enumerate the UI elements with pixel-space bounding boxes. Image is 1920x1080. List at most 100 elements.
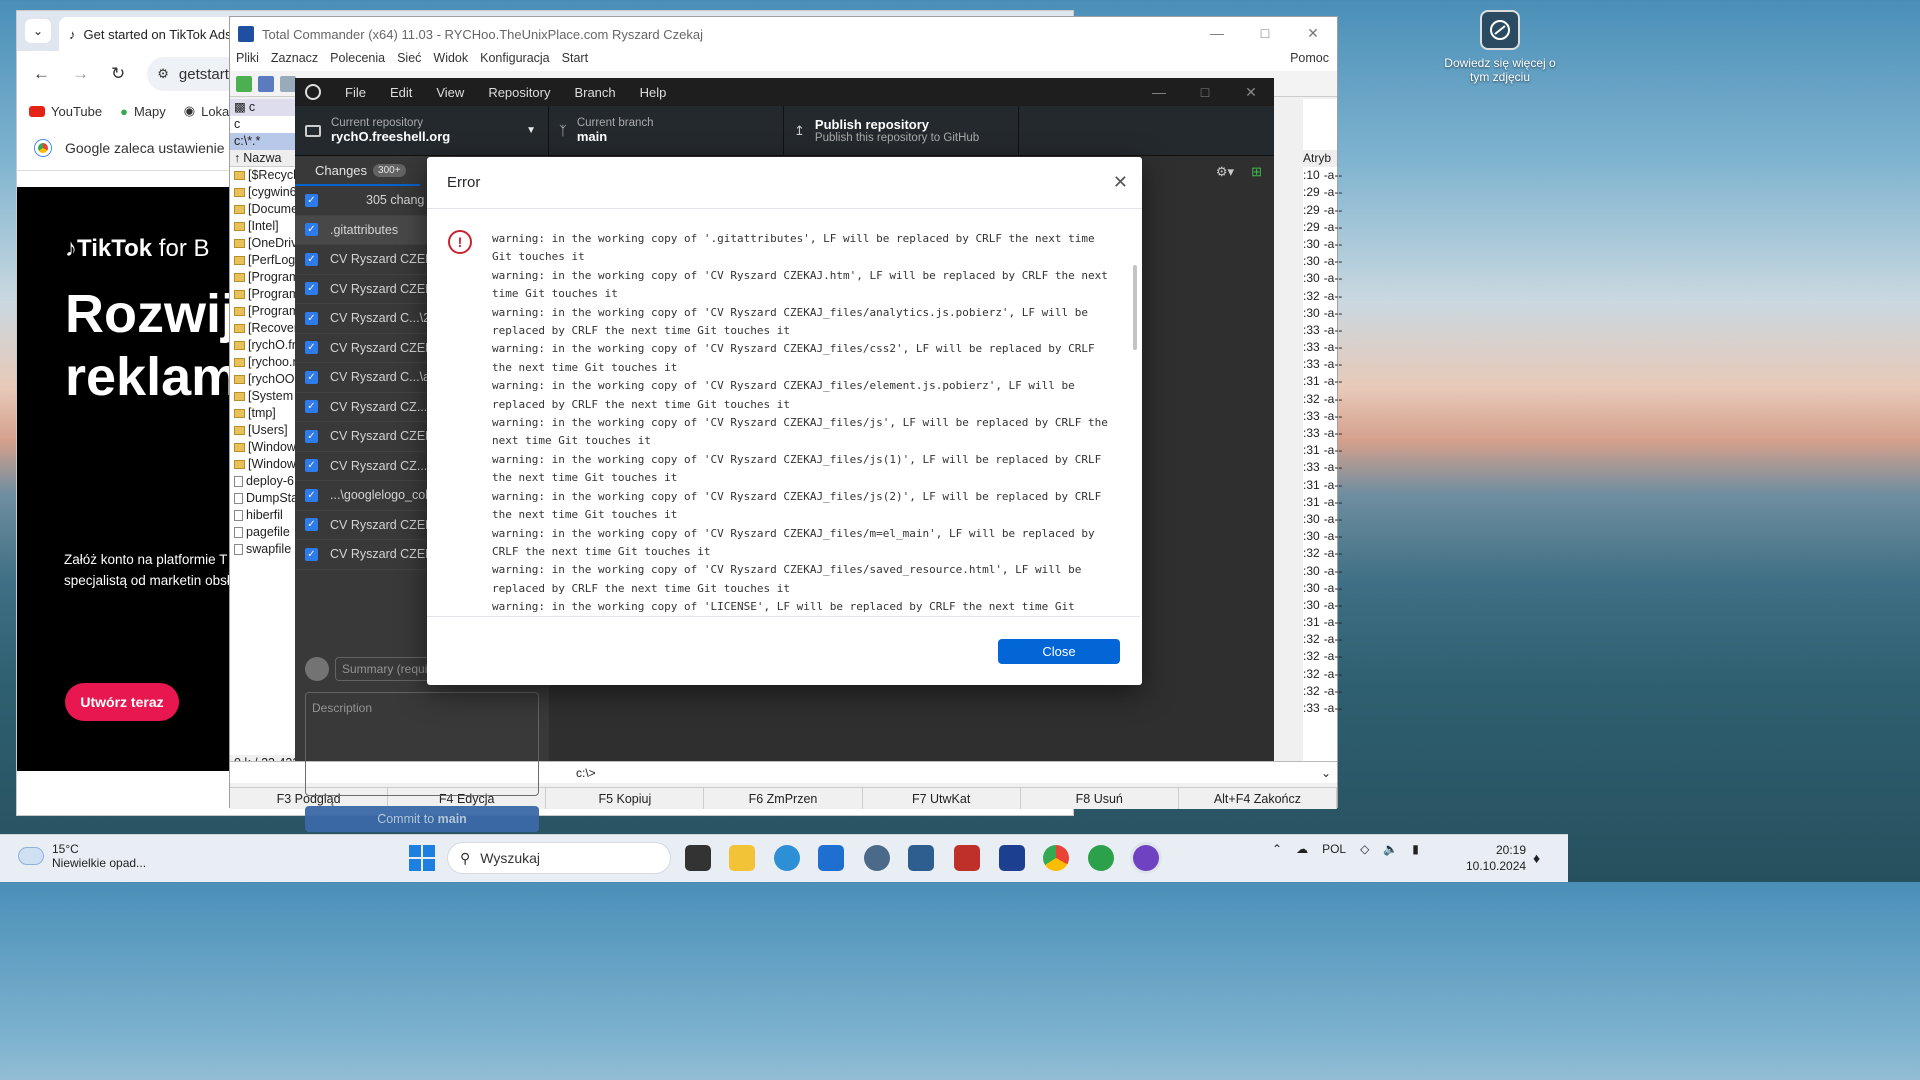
publish-repository-button[interactable]: ↥ Publish repository Publish this reposit… (784, 106, 1019, 155)
dialog-scrollbar[interactable] (1133, 265, 1137, 350)
maximize-icon[interactable]: □ (1182, 84, 1228, 101)
tc-menu-pliki[interactable]: Pliki (236, 51, 259, 71)
tc-file-row[interactable]: [Program (230, 286, 295, 303)
tc-file-row[interactable]: [rychO.fr (230, 337, 295, 354)
tc-file-row[interactable]: [$Recycle (230, 167, 295, 184)
task-view-icon[interactable] (685, 845, 711, 871)
close-icon[interactable]: ✕ (1289, 17, 1337, 49)
gh-menu-view[interactable]: View (436, 85, 464, 100)
chrome-icon[interactable] (1043, 845, 1069, 871)
checkbox-icon[interactable]: ✓ (305, 311, 318, 325)
checkbox-icon[interactable]: ✓ (305, 282, 318, 296)
taskbar-search[interactable]: ⚲ Wyszukaj (447, 842, 671, 874)
minimize-icon[interactable]: — (1193, 17, 1241, 49)
checkbox-icon[interactable]: ✓ (305, 400, 318, 414)
tc-col-attr[interactable]: Atryb (1303, 150, 1337, 168)
gh-menu-edit[interactable]: Edit (390, 85, 412, 100)
tc-menu-widok[interactable]: Widok (433, 51, 468, 71)
tc-file-row[interactable]: [tmp] (230, 405, 295, 422)
exit-button[interactable]: Alt+F4 Zakończ (1179, 788, 1337, 809)
tab-search-button[interactable]: ⌄ (25, 19, 51, 43)
f6-move-button[interactable]: F6 ZmPrzen (704, 788, 863, 809)
settings-icon[interactable] (864, 845, 890, 871)
tc-menu-konfiguracja[interactable]: Konfiguracja (480, 51, 550, 71)
tc-file-row[interactable]: [Program (230, 303, 295, 320)
f8-delete-button[interactable]: F8 Usuń (1021, 788, 1179, 809)
tc-menu-polecenia[interactable]: Polecenia (330, 51, 385, 71)
commit-button[interactable]: Commit to main (305, 806, 539, 832)
network-icon[interactable]: ◇ (1360, 842, 1369, 856)
f7-mkdir-button[interactable]: F7 UtwKat (863, 788, 1021, 809)
checkbox-icon[interactable]: ✓ (305, 459, 318, 473)
checkbox-icon[interactable]: ✓ (305, 341, 318, 355)
tc-file-row[interactable]: [Window (230, 456, 295, 473)
start-button[interactable] (409, 845, 435, 871)
tc-file-row[interactable]: [cygwin6 (230, 184, 295, 201)
tc-file-row[interactable]: deploy-6 (230, 473, 295, 490)
tc-drive-combo[interactable]: ▩ c (230, 99, 295, 116)
tc-file-row[interactable]: pagefile (230, 524, 295, 541)
chevron-up-icon[interactable]: ⌃ (1272, 842, 1282, 856)
create-now-button[interactable]: Utwórz teraz (65, 683, 179, 721)
notification-bell-icon[interactable]: ♦ (1533, 850, 1540, 866)
refresh-icon[interactable] (236, 75, 252, 92)
tc-file-row[interactable]: DumpSta (230, 490, 295, 507)
forward-icon[interactable]: → (72, 64, 89, 84)
tc-menu-siec[interactable]: Sieć (397, 51, 421, 71)
view-icon[interactable] (280, 75, 296, 92)
gh-menu-branch[interactable]: Branch (574, 85, 615, 100)
view-icon[interactable] (258, 75, 274, 92)
language-indicator[interactable]: POL (1322, 842, 1346, 856)
add-icon[interactable]: ⊞ (1251, 164, 1262, 180)
tc-file-row[interactable]: [Recover (230, 320, 295, 337)
clock[interactable]: 20:19 10.10.2024 (1466, 842, 1526, 874)
gh-menu-repository[interactable]: Repository (488, 85, 550, 100)
back-icon[interactable]: ← (33, 64, 50, 84)
edge-icon[interactable] (774, 845, 800, 871)
weather-widget[interactable]: 15°C Niewielkie opad... (18, 842, 146, 870)
tc-file-row[interactable]: [Docume (230, 201, 295, 218)
tc-file-row[interactable]: [Window (230, 439, 295, 456)
tc-menu-zaznacz[interactable]: Zaznacz (271, 51, 318, 71)
checkbox-icon[interactable]: ✓ (305, 547, 318, 561)
tc-drive-select[interactable]: c (230, 116, 295, 133)
tc-file-row[interactable]: [Intel] (230, 218, 295, 235)
close-button[interactable]: Close (998, 639, 1120, 664)
tc-file-row[interactable]: [PerfLogs (230, 252, 295, 269)
tc-file-row[interactable]: [rychOO. (230, 371, 295, 388)
app-icon[interactable] (1088, 845, 1114, 871)
tc-file-row[interactable]: [Program (230, 269, 295, 286)
checkbox-icon[interactable]: ✓ (305, 429, 318, 443)
checkbox-icon[interactable]: ✓ (305, 488, 318, 502)
current-repository-button[interactable]: Current repository rychO.freeshell.org ▼ (295, 106, 549, 155)
bookmark-maps[interactable]: ● Mapy (120, 104, 166, 119)
tc-file-row[interactable]: [OneDriv (230, 235, 295, 252)
bookmark-local[interactable]: ◉ Loka (184, 103, 230, 119)
gear-icon[interactable]: ⚙▾ (1216, 164, 1234, 180)
tc-file-row[interactable]: [rychoo.r (230, 354, 295, 371)
chevron-down-icon[interactable]: ⌄ (1321, 766, 1331, 780)
github-desktop-icon[interactable] (1133, 845, 1159, 871)
gh-menu-file[interactable]: File (345, 85, 366, 100)
checkbox-icon[interactable]: ✓ (305, 370, 318, 384)
onedrive-icon[interactable]: ☁ (1296, 842, 1308, 856)
app-icon[interactable] (954, 845, 980, 871)
tab-changes[interactable]: Changes 300+ (295, 156, 420, 186)
volume-icon[interactable]: 🔈 (1383, 842, 1398, 856)
tc-col-name[interactable]: ↑ Nazwa (230, 150, 295, 167)
tc-file-row[interactable]: [Users] (230, 422, 295, 439)
battery-icon[interactable]: ▮ (1412, 842, 1419, 856)
store-icon[interactable] (818, 845, 844, 871)
close-icon[interactable]: ✕ (1113, 172, 1128, 193)
reload-icon[interactable]: ↻ (111, 64, 125, 84)
tc-file-row[interactable]: hiberfil (230, 507, 295, 524)
minimize-icon[interactable]: — (1136, 84, 1182, 101)
site-settings-icon[interactable]: ⚙ (157, 66, 169, 82)
checkbox-icon[interactable]: ✓ (305, 518, 318, 532)
tc-menu-help[interactable]: Pomoc (1290, 51, 1329, 71)
maximize-icon[interactable]: □ (1241, 17, 1289, 49)
virtualbox-icon[interactable] (908, 845, 934, 871)
bookmark-youtube[interactable]: YouTube (29, 104, 102, 119)
file-explorer-icon[interactable] (729, 845, 755, 871)
checkbox-icon[interactable]: ✓ (305, 223, 318, 237)
